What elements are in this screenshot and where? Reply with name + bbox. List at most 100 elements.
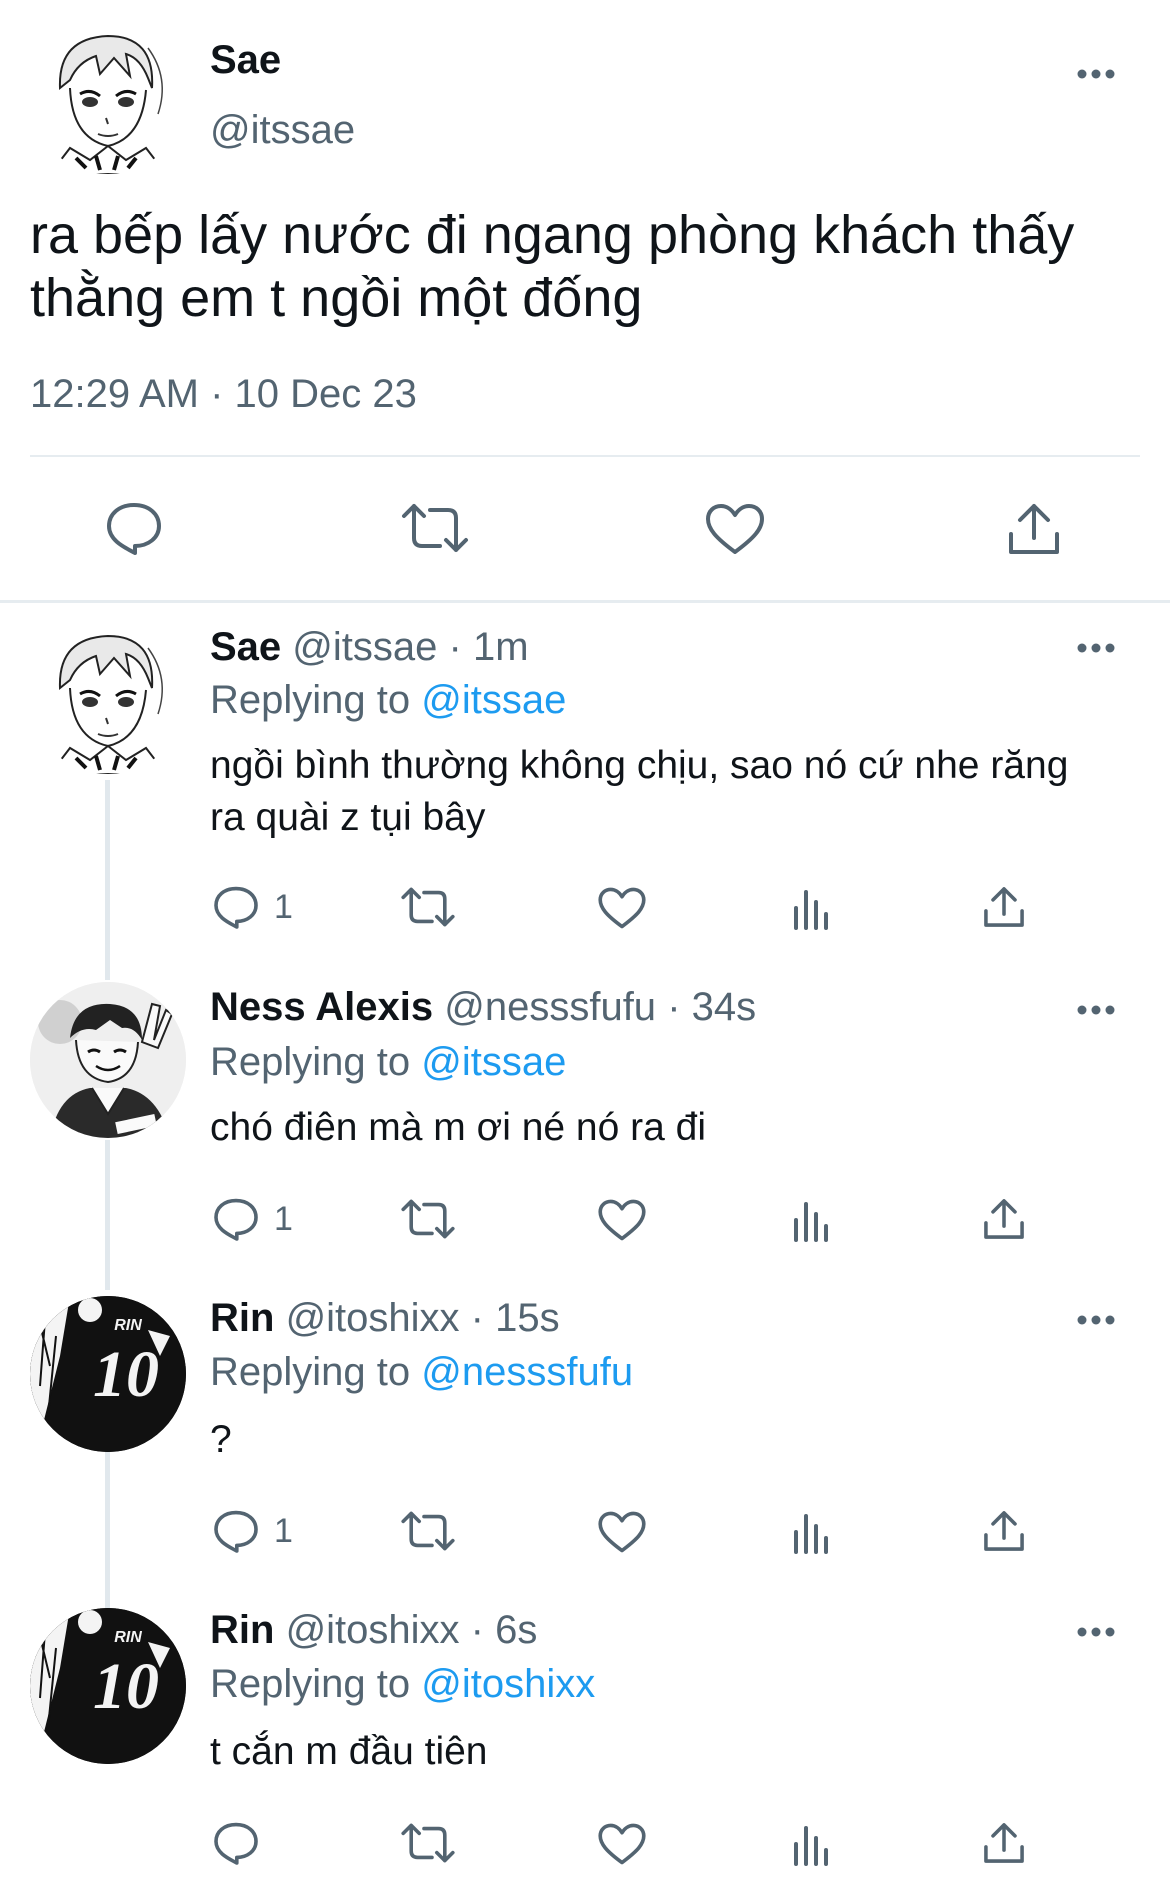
reply-share-button[interactable] [982,1196,1026,1242]
replying-to-link[interactable]: @itssae [421,1040,566,1084]
reply-retweet-button[interactable] [400,1198,456,1240]
reply-count: 1 [274,1199,293,1238]
reply-reply-button[interactable]: 1 [212,1196,293,1242]
views-icon [794,890,828,930]
main-share-button[interactable] [1006,500,1062,558]
rin-jersey-number: 10 [93,1338,159,1411]
reply-more-button[interactable] [1068,1612,1124,1652]
replying-label: Replying to [210,678,411,722]
main-timestamp[interactable]: 12:29 AM · 10 Dec 23 [30,370,417,418]
main-retweet-button[interactable] [400,502,470,554]
reply-text: ? [210,1418,232,1461]
more-icon [1077,643,1115,653]
reply-count: 1 [274,887,293,926]
reply-time[interactable]: · 34s [667,985,756,1029]
retweet-icon [401,1511,455,1551]
reply-views-button[interactable] [792,1512,834,1554]
reply-avatar[interactable]: RIN 10 [30,1296,186,1452]
reply-reply-button[interactable]: 1 [212,1508,293,1554]
like-icon [706,504,764,554]
reply-retweet-button[interactable] [400,1510,456,1552]
sae-avatar-art [30,18,186,174]
thread-line [105,1450,110,1610]
replying-to-line: Replying to @nesssfufu [210,1348,633,1396]
replying-label: Replying to [210,1662,411,1706]
main-like-button[interactable] [704,502,766,556]
reply-avatar[interactable] [30,618,186,774]
like-icon [598,1511,646,1553]
reply-header: Ness Alexis @nesssfufu · 34s [210,983,756,1031]
replying-to-link[interactable]: @itoshixx [421,1662,595,1706]
more-icon [1077,69,1115,79]
reply-avatar[interactable]: RIN 10 [30,1608,186,1764]
more-icon [1077,1627,1115,1637]
main-display-name[interactable]: Sae [210,36,281,84]
main-more-button[interactable] [1068,54,1124,94]
replying-to-line: Replying to @itoshixx [210,1660,595,1708]
reply-header: Sae @itssae · 1m [210,623,529,671]
replying-to-link[interactable]: @itssae [421,678,566,722]
reply-retweet-button[interactable] [400,1822,456,1864]
share-icon [1009,504,1059,554]
views-icon [794,1514,828,1554]
main-divider [30,455,1140,457]
reply-views-button[interactable] [792,888,834,930]
reply-reply-button[interactable]: 1 [212,884,293,930]
reply-icon [214,886,258,929]
like-icon [598,887,646,929]
reply-reply-button[interactable] [212,1820,274,1866]
reply-text: chó điên mà m ơi né nó ra đi [210,1106,706,1149]
views-icon [794,1826,828,1866]
reply-like-button[interactable] [597,1822,647,1866]
reply-like-button[interactable] [597,1198,647,1242]
share-icon [984,887,1024,927]
retweet-icon [401,1199,455,1239]
reply-header: Rin @itoshixx · 6s [210,1606,537,1654]
reply-time[interactable]: · 1m [449,625,529,669]
reply-share-button[interactable] [982,884,1026,930]
reply-icon [107,503,161,555]
main-handle[interactable]: @itssae [210,106,355,154]
reply-handle[interactable]: @itoshixx [286,1608,460,1652]
retweet-icon [402,504,468,552]
replying-label: Replying to [210,1040,411,1084]
section-divider [0,600,1170,603]
main-tweet-text: ra bếp lấy nước đi ngang phòng khách thấ… [30,205,1075,328]
replying-to-line: Replying to @itssae [210,676,566,724]
reply-time[interactable]: · 6s [471,1608,538,1652]
reply-more-button[interactable] [1068,990,1124,1030]
reply-share-button[interactable] [982,1820,1026,1866]
reply-display-name[interactable]: Rin [210,1296,274,1340]
thread-line [105,1140,110,1290]
main-avatar[interactable] [30,18,186,174]
reply-views-button[interactable] [792,1824,834,1866]
reply-text: t cắn m đầu tiên [210,1730,488,1773]
reply-like-button[interactable] [597,1510,647,1554]
reply-more-button[interactable] [1068,1300,1124,1340]
rin-jersey-avatar-art: RIN 10 [30,1296,186,1452]
reply-text: ngồi bình thường không chịu, sao nó cứ n… [210,744,1069,839]
reply-more-button[interactable] [1068,628,1124,668]
rin-jersey-name: RIN [114,1629,142,1646]
sae-avatar-art [30,618,186,774]
reply-like-button[interactable] [597,886,647,930]
ness-avatar-art [30,982,186,1138]
like-icon [598,1823,646,1865]
reply-retweet-button[interactable] [400,886,456,928]
replying-label: Replying to [210,1350,411,1394]
reply-icon [214,1822,258,1865]
reply-icon [214,1510,258,1553]
main-reply-button[interactable] [104,500,164,556]
reply-views-button[interactable] [792,1200,834,1242]
reply-handle[interactable]: @itoshixx [286,1296,460,1340]
replying-to-link[interactable]: @nesssfufu [421,1350,633,1394]
reply-display-name[interactable]: Sae [210,625,281,669]
reply-handle[interactable]: @itssae [292,625,437,669]
share-icon [984,1511,1024,1551]
reply-share-button[interactable] [982,1508,1026,1554]
reply-display-name[interactable]: Rin [210,1608,274,1652]
reply-handle[interactable]: @nesssfufu [444,985,656,1029]
reply-display-name[interactable]: Ness Alexis [210,985,433,1029]
reply-avatar[interactable] [30,982,186,1138]
reply-time[interactable]: · 15s [471,1296,560,1340]
